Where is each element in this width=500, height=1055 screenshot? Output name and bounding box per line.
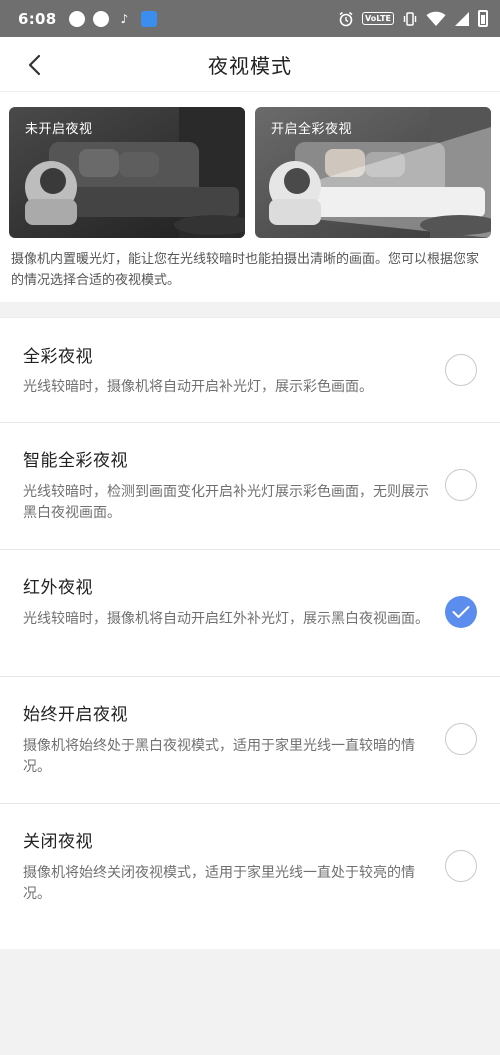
system-icons: VoLTE: [338, 10, 488, 27]
nav-header: 夜视模式: [0, 37, 500, 92]
night-vision-off-image: 未开启夜视: [9, 107, 245, 238]
chevron-left-icon: [28, 54, 41, 76]
option-description: 光线较暗时，摄像机将自动开启补光灯，展示彩色画面。: [23, 379, 373, 395]
option-title: 全彩夜视: [23, 347, 93, 367]
option-infrared[interactable]: 红外夜视 光线较暗时，摄像机将自动开启红外补光灯，展示黑白夜视画面。: [0, 550, 500, 677]
radio-unchecked[interactable]: [445, 850, 477, 882]
option-description: 光线较暗时，检测到画面变化开启补光灯展示彩色画面，无则展示黑白夜视画面。: [23, 484, 429, 521]
option-full-color[interactable]: 全彩夜视 光线较暗时，摄像机将自动开启补光灯，展示彩色画面。: [0, 318, 500, 423]
image-right-label: 开启全彩夜视: [271, 122, 353, 137]
back-button[interactable]: [16, 47, 52, 83]
blue-app-icon: [140, 10, 157, 27]
radio-checked[interactable]: [445, 596, 477, 628]
full-color-night-vision-image: 开启全彩夜视: [255, 107, 491, 238]
signal-icon: [455, 11, 469, 26]
radio-unchecked[interactable]: [445, 469, 477, 501]
wifi-icon: [426, 11, 446, 26]
volte-icon: VoLTE: [362, 12, 394, 25]
page-title: 夜视模式: [208, 53, 292, 78]
bird-icon: [92, 10, 109, 27]
intro-description: 摄像机内置暖光灯，能让您在光线较暗时也能拍摄出清晰的画面。您可以根据您家的情况选…: [11, 252, 480, 288]
notification-icons: ♪: [68, 10, 157, 27]
option-title: 红外夜视: [23, 578, 93, 598]
option-always-on[interactable]: 始终开启夜视 摄像机将始终处于黑白夜视模式，适用于家里光线一直较暗的情况。: [0, 677, 500, 804]
chat-icon: [68, 10, 85, 27]
checkmark-icon: [452, 606, 470, 618]
night-mode-options: 全彩夜视 光线较暗时，摄像机将自动开启补光灯，展示彩色画面。 智能全彩夜视 光线…: [0, 317, 500, 949]
option-smart-full-color[interactable]: 智能全彩夜视 光线较暗时，检测到画面变化开启补光灯展示彩色画面，无则展示黑白夜视…: [0, 423, 500, 550]
alarm-icon: [339, 11, 353, 26]
option-title: 智能全彩夜视: [23, 451, 128, 471]
option-description: 光线较暗时，摄像机将自动开启红外补光灯，展示黑白夜视画面。: [23, 611, 429, 627]
tiktok-icon: ♪: [120, 11, 129, 26]
intro-section: 未开启夜视 开启全彩夜视 摄像机内置暖光灯，能让您在光线较暗时也能拍摄出清晰的画…: [0, 92, 500, 302]
option-title: 关闭夜视: [23, 832, 93, 852]
radio-unchecked[interactable]: [445, 723, 477, 755]
vibrate-icon: [403, 11, 417, 26]
option-off[interactable]: 关闭夜视 摄像机将始终关闭夜视模式，适用于家里光线一直处于较亮的情况。: [0, 804, 500, 931]
battery-icon: [478, 10, 488, 27]
image-left-label: 未开启夜视: [25, 122, 93, 137]
status-bar: 6:08 ♪ VoLTE: [0, 0, 500, 37]
radio-unchecked[interactable]: [445, 354, 477, 386]
option-title: 始终开启夜视: [23, 705, 128, 725]
status-time: 6:08: [18, 9, 57, 28]
option-description: 摄像机将始终关闭夜视模式，适用于家里光线一直处于较亮的情况。: [23, 865, 415, 902]
option-description: 摄像机将始终处于黑白夜视模式，适用于家里光线一直较暗的情况。: [23, 738, 415, 775]
